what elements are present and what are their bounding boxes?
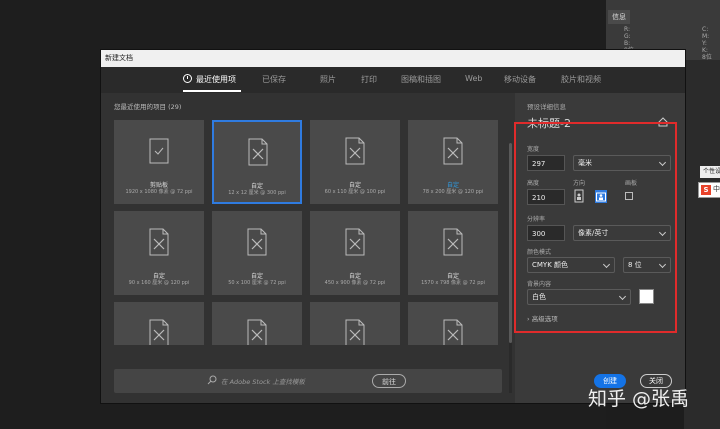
document-icon [443, 228, 463, 256]
tab-web[interactable]: Web [465, 74, 482, 83]
clipboard-icon [149, 138, 169, 164]
category-tabs: 最近使用项 已保存 照片 打印 图稿和插图 Web 移动设备 胶片和视频 [101, 67, 685, 93]
preset-card-size: 12 x 12 厘米 @ 300 ppi [228, 190, 286, 196]
tab-photo[interactable]: 照片 [320, 74, 336, 85]
tab-print[interactable]: 打印 [361, 74, 377, 85]
preset-card[interactable]: 剪贴板 1920 x 1080 像素 @ 72 ppi [114, 120, 204, 204]
recent-items-label: 您最近使用的项目 (29) [114, 103, 182, 111]
document-icon [248, 138, 268, 166]
tab-recent[interactable]: 最近使用项 [183, 74, 236, 85]
tooltip: 个性设 [700, 166, 720, 178]
preset-card-size: 1920 x 1080 像素 @ 72 ppi [125, 189, 193, 195]
tab-label: 最近使用项 [196, 75, 236, 84]
preset-card[interactable]: 自定 12 x 12 厘米 @ 300 ppi [212, 120, 302, 204]
preset-card[interactable]: 自定 78 x 200 厘米 @ 120 ppi [408, 120, 498, 204]
preset-card-size: 50 x 100 厘米 @ 72 ppi [228, 280, 286, 286]
clock-icon [183, 74, 192, 83]
preset-card[interactable]: 自定 1570 x 798 像素 @ 72 ppi [408, 211, 498, 295]
sogou-logo-icon: S [701, 185, 711, 195]
info-label: Y: [702, 40, 707, 47]
info-label: G: [624, 33, 631, 40]
preset-card[interactable] [212, 302, 302, 345]
dialog-title: 新建文档 [105, 54, 133, 62]
tab-art-illustration[interactable]: 图稿和插图 [401, 74, 441, 85]
preset-card-size: 450 x 900 像素 @ 72 ppi [324, 280, 386, 286]
active-tab-indicator [183, 90, 241, 92]
info-label: K: [702, 47, 708, 54]
info-label: R: [624, 26, 631, 33]
preset-card[interactable]: 自定 50 x 100 厘米 @ 72 ppi [212, 211, 302, 295]
presets-pane: 您最近使用的项目 (29) 剪贴板 1920 x 1080 像素 @ 72 ppi… [101, 93, 513, 403]
info-panel-tab[interactable]: 信息 [608, 10, 630, 24]
document-icon [247, 319, 267, 345]
preset-card[interactable]: 自定 90 x 160 厘米 @ 120 ppi [114, 211, 204, 295]
preset-card[interactable]: 自定 60 x 110 厘米 @ 100 ppi [310, 120, 400, 204]
preset-card-size: 90 x 160 厘米 @ 120 ppi [128, 280, 190, 286]
ime-toolbar[interactable]: S 中 [698, 182, 720, 198]
dialog-titlebar: 新建文档 [101, 50, 685, 67]
document-icon [345, 319, 365, 345]
preset-details-label: 预设详细信息 [527, 103, 566, 111]
stock-search-bar[interactable]: 在 Adobe Stock 上查找模板 前往 [114, 369, 502, 393]
stock-search-input[interactable]: 在 Adobe Stock 上查找模板 [221, 376, 305, 386]
document-icon [149, 228, 169, 256]
preset-card-size: 78 x 200 厘米 @ 120 ppi [422, 189, 484, 195]
watermark: 知乎 @张禹 [588, 388, 690, 410]
scrollbar-thumb[interactable] [509, 143, 512, 343]
preset-card[interactable] [408, 302, 498, 345]
preset-card-size: 1570 x 798 像素 @ 72 ppi [421, 280, 485, 286]
tab-film-video[interactable]: 胶片和视频 [561, 74, 601, 85]
document-icon [345, 228, 365, 256]
side-panel-strip [684, 60, 720, 429]
preset-card-size: 60 x 110 厘米 @ 100 ppi [324, 189, 386, 195]
info-label: B: [624, 40, 631, 47]
document-icon [247, 228, 267, 256]
info-label: C: [702, 26, 709, 33]
preset-card[interactable] [114, 302, 204, 345]
scrollbar[interactable] [509, 143, 512, 393]
tab-mobile[interactable]: 移动设备 [504, 74, 536, 85]
document-icon [443, 137, 463, 165]
stock-go-button[interactable]: 前往 [372, 374, 406, 388]
annotation-highlight-box [514, 122, 677, 333]
document-icon [345, 137, 365, 165]
info-label: M: [702, 33, 710, 40]
search-icon [207, 375, 217, 385]
document-icon [443, 319, 463, 345]
document-icon [149, 319, 169, 345]
ime-mode[interactable]: 中 [713, 184, 720, 194]
tab-saved[interactable]: 已保存 [262, 74, 286, 85]
preset-grid: 剪贴板 1920 x 1080 像素 @ 72 ppi 自定 12 x 12 厘米 @… [114, 120, 504, 345]
preset-card[interactable] [310, 302, 400, 345]
preset-card[interactable]: 自定 450 x 900 像素 @ 72 ppi [310, 211, 400, 295]
